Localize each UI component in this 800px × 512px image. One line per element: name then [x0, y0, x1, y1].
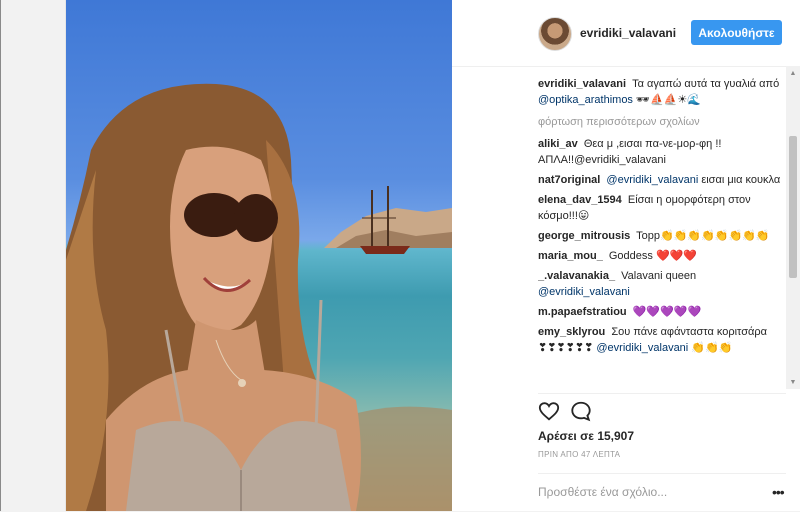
comment-text: εισαι μια κουκλα — [698, 174, 781, 186]
comment-text: 👏👏👏 — [688, 342, 733, 354]
horizontal-ellipsis-icon[interactable]: ••• — [772, 484, 785, 500]
heart-outline-icon[interactable] — [538, 400, 560, 422]
avatar[interactable] — [538, 17, 572, 51]
comment-username[interactable]: m.papaefstratiou — [538, 306, 627, 318]
header-username[interactable]: evridiki_valavani — [580, 26, 676, 40]
caption-username[interactable]: evridiki_valavani — [538, 78, 626, 90]
speech-bubble-icon[interactable] — [570, 400, 592, 422]
comment-username[interactable]: george_mitrousis — [538, 230, 630, 242]
caption: evridiki_valavani Τα αγαπώ αυτά τα γυαλι… — [538, 76, 786, 108]
comment-mention[interactable]: @evridiki_valavani — [596, 342, 688, 354]
comment-text: 💜💜💜💜💜 — [632, 306, 702, 318]
comment-item: george_mitrousis Topp👏👏👏👏👏👏👏👏 — [538, 228, 786, 244]
comment-input[interactable] — [538, 483, 748, 501]
comments-list: evridiki_valavani Τα αγαπώ αυτά τα γυαλι… — [538, 76, 786, 388]
comment-text: Goddess ❤️❤️❤️ — [608, 250, 698, 262]
scroll-up-arrow-icon[interactable]: ▲ — [786, 66, 800, 80]
load-more-comments-link[interactable]: φόρτωση περισσότερων σχολίων — [538, 114, 786, 130]
caption-text: Τα αγαπώ αυτά τα γυαλιά από — [632, 78, 780, 90]
likes-count[interactable]: Αρέσει σε 15,907 — [538, 429, 634, 443]
comment-mention[interactable]: @evridiki_valavani — [606, 174, 698, 186]
comment-item: maria_mou_ Goddess ❤️❤️❤️ — [538, 248, 786, 264]
comment-item: _.valavanakia_ Valavani queen @evridiki_… — [538, 268, 786, 300]
comment-item: elena_dav_1594 Είσαι η ομορφότερη στον κ… — [538, 192, 786, 224]
comment-item: m.papaefstratiou 💜💜💜💜💜 — [538, 304, 786, 320]
post-card: evridiki_valavani Ακολουθήστε evridiki_v… — [65, 0, 800, 511]
post-actions: Αρέσει σε 15,907 ΠΡΙΝ ΑΠΟ 47 ΛΕΠΤΑ — [538, 393, 786, 474]
caption-mention[interactable]: @optika_arathimos — [538, 94, 633, 106]
caption-emoji: 🕶⛵⛵☀🌊 — [636, 94, 701, 106]
comment-item: nat7original @evridiki_valavani εισαι μι… — [538, 172, 786, 188]
post-photo — [66, 0, 452, 511]
comment-item: emy_sklyrou Σου πάνε αφάνταστα κοριτσάρα… — [538, 324, 786, 356]
scrollbar-thumb[interactable] — [789, 136, 797, 278]
comment-username[interactable]: _.valavanakia_ — [538, 270, 615, 282]
comment-username[interactable]: nat7original — [538, 174, 600, 186]
post-header: evridiki_valavani Ακολουθήστε — [452, 0, 800, 67]
scroll-down-arrow-icon[interactable]: ▼ — [786, 375, 800, 389]
post-timestamp: ΠΡΙΝ ΑΠΟ 47 ΛΕΠΤΑ — [538, 450, 621, 459]
window-edge — [0, 0, 1, 511]
comment-username[interactable]: elena_dav_1594 — [538, 194, 622, 206]
comment-username[interactable]: emy_sklyrou — [538, 326, 605, 338]
comment-mention[interactable]: @evridiki_valavani — [538, 286, 630, 298]
comments-scrollbar[interactable]: ▲ ▼ — [786, 66, 800, 389]
post-sidebar: evridiki_valavani Ακολουθήστε evridiki_v… — [452, 0, 800, 511]
comment-username[interactable]: maria_mou_ — [538, 250, 603, 262]
add-comment-bar: ••• — [538, 473, 786, 512]
comment-text: Topp👏👏👏👏👏👏👏👏 — [636, 230, 770, 242]
comment-item: aliki_av Θεα μ ,εισαι πα-νε-μορ-φη !! ΑΠ… — [538, 136, 786, 168]
comment-text: Valavani queen — [621, 270, 697, 282]
comment-username[interactable]: aliki_av — [538, 138, 578, 150]
follow-button[interactable]: Ακολουθήστε — [691, 20, 782, 45]
